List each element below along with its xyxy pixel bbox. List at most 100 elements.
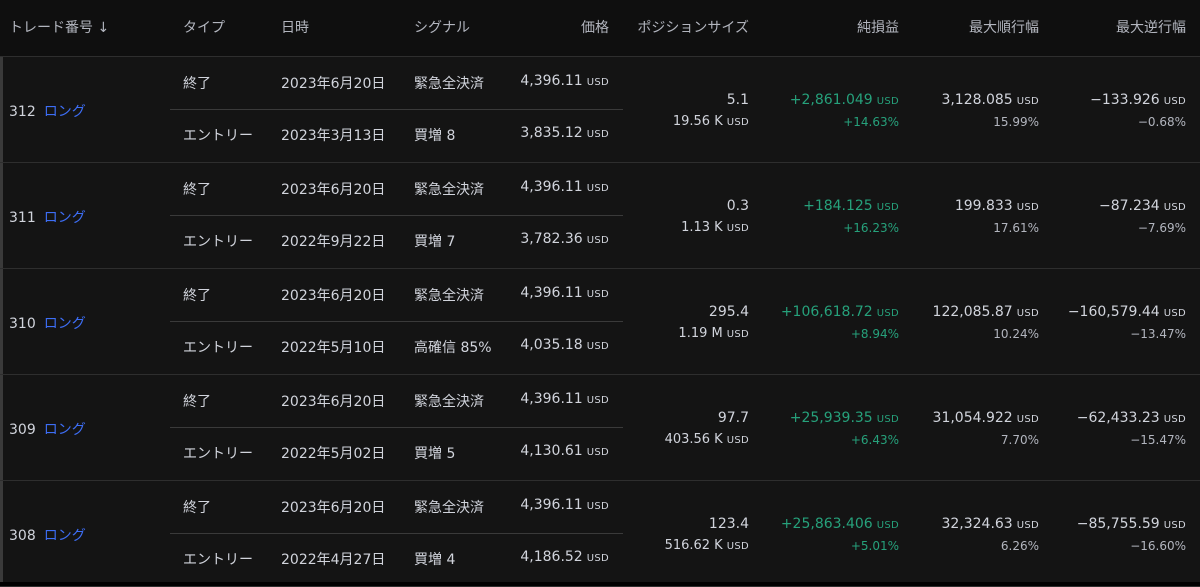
header-datetime[interactable]: 日時 (281, 17, 309, 37)
entry-price-value: 4,130.61 (520, 443, 583, 459)
exit-price: 4,396.11 USD (520, 285, 609, 301)
entry-signal: 買増 5 (414, 446, 456, 462)
trade-direction-link[interactable]: ロング (44, 210, 86, 226)
row-divider (170, 427, 623, 428)
net-pnl-percent: +6.43% (850, 433, 899, 447)
entry-price: 4,035.18 USD (520, 337, 609, 353)
position-size: 19.56 K USD (673, 114, 749, 129)
trade-direction-link[interactable]: ロング (44, 528, 86, 544)
max-drawdown-percent: −16.60% (1130, 539, 1186, 553)
header-type[interactable]: タイプ (183, 17, 225, 37)
header-signal[interactable]: シグナル (414, 17, 470, 37)
trade-direction-link[interactable]: ロング (44, 316, 86, 332)
unit-label: USD (876, 202, 899, 213)
position-size-value: 1.13 K (681, 220, 723, 235)
unit-label: USD (586, 183, 609, 194)
max-drawdown-value: −160,579.44 (1067, 304, 1160, 320)
position-qty: 5.1 (726, 92, 749, 108)
unit-label: USD (1163, 520, 1186, 531)
exit-date: 2023年6月20日 (281, 394, 386, 410)
header-max-runup[interactable]: 最大順行幅 (969, 17, 1039, 37)
net-pnl-percent: +8.94% (850, 327, 899, 341)
exit-signal: 緊急全決済 (414, 182, 484, 198)
header-max-drawdown[interactable]: 最大逆行幅 (1116, 17, 1186, 37)
unit-label: USD (586, 395, 609, 406)
exit-signal: 緊急全決済 (414, 288, 484, 304)
max-drawdown: −87.234 USD (1099, 198, 1186, 214)
exit-date: 2023年6月20日 (281, 76, 386, 92)
trade-row[interactable]: 312 ロング 終了 2023年6月20日 緊急全決済 4,396.11 USD エ… (0, 57, 1200, 163)
max-runup-percent: 6.26% (1000, 539, 1039, 553)
max-drawdown-percent: −13.47% (1130, 327, 1186, 341)
position-qty: 123.4 (708, 516, 749, 532)
net-pnl-percent: +16.23% (843, 221, 899, 235)
exit-price: 4,396.11 USD (520, 391, 609, 407)
entry-date: 2022年4月27日 (281, 552, 386, 568)
net-pnl: +106,618.72 USD (781, 304, 899, 320)
position-size-value: 1.19 M (678, 326, 723, 341)
unit-label: USD (1016, 96, 1039, 107)
unit-label: USD (726, 329, 749, 340)
header-price[interactable]: 価格 (581, 17, 609, 37)
trade-row[interactable]: 310 ロング 終了 2023年6月20日 緊急全決済 4,396.11 USD エ… (0, 269, 1200, 375)
unit-label: USD (1163, 202, 1186, 213)
unit-label: USD (1163, 308, 1186, 319)
entry-price-value: 4,186.52 (520, 549, 583, 565)
trade-number: 308 (9, 528, 36, 544)
exit-price-value: 4,396.11 (520, 391, 583, 407)
entry-price: 3,835.12 USD (520, 125, 609, 141)
trade-id-cell: 311 ロング (9, 207, 86, 227)
header-trade-number[interactable]: トレード番号 ↓ (9, 17, 109, 37)
unit-label: USD (1016, 308, 1039, 319)
trade-number: 312 (9, 104, 36, 120)
exit-type: 終了 (183, 288, 211, 304)
trade-row[interactable]: 309 ロング 終了 2023年6月20日 緊急全決済 4,396.11 USD エ… (0, 375, 1200, 481)
entry-date: 2022年9月22日 (281, 234, 386, 250)
unit-label: USD (876, 308, 899, 319)
exit-date: 2023年6月20日 (281, 500, 386, 516)
max-drawdown-percent: −7.69% (1137, 221, 1186, 235)
unit-label: USD (1016, 414, 1039, 425)
unit-label: USD (1016, 520, 1039, 531)
trade-row[interactable]: 308 ロング 終了 2023年6月20日 緊急全決済 4,396.11 USD エ… (0, 481, 1200, 587)
header-net-pnl[interactable]: 純損益 (857, 17, 899, 37)
exit-price-value: 4,396.11 (520, 73, 583, 89)
max-drawdown-value: −87.234 (1099, 198, 1160, 214)
net-pnl-value: +184.125 (803, 198, 873, 214)
max-runup: 3,128.085 USD (941, 92, 1039, 108)
position-size-value: 403.56 K (664, 432, 723, 447)
trade-direction-link[interactable]: ロング (44, 422, 86, 438)
unit-label: USD (586, 77, 609, 88)
entry-type: エントリー (183, 128, 253, 144)
max-runup-value: 122,085.87 (932, 304, 1013, 320)
max-drawdown: −133.926 USD (1090, 92, 1186, 108)
entry-type: エントリー (183, 234, 253, 250)
entry-date: 2022年5月10日 (281, 340, 386, 356)
entry-price-value: 3,782.36 (520, 231, 583, 247)
position-size: 516.62 K USD (665, 538, 749, 553)
exit-price: 4,396.11 USD (520, 179, 609, 195)
net-pnl-value: +25,863.406 (780, 516, 873, 532)
position-size-value: 516.62 K (664, 538, 723, 553)
exit-price-value: 4,396.11 (520, 179, 583, 195)
max-runup: 122,085.87 USD (933, 304, 1039, 320)
header-position-size[interactable]: ポジションサイズ (637, 17, 749, 37)
max-runup: 199.833 USD (955, 198, 1039, 214)
net-pnl-value: +2,861.049 (789, 92, 873, 108)
entry-price-value: 3,835.12 (520, 125, 583, 141)
row-divider (170, 533, 623, 534)
unit-label: USD (876, 414, 899, 425)
entry-signal: 買増 8 (414, 128, 456, 144)
trade-number: 310 (9, 316, 36, 332)
net-pnl: +184.125 USD (803, 198, 899, 214)
max-drawdown: −160,579.44 USD (1068, 304, 1186, 320)
entry-signal: 買増 7 (414, 234, 456, 250)
unit-label: USD (726, 117, 749, 128)
unit-label: USD (586, 235, 609, 246)
exit-date: 2023年6月20日 (281, 288, 386, 304)
max-drawdown-percent: −0.68% (1137, 115, 1186, 129)
entry-date: 2023年3月13日 (281, 128, 386, 144)
trade-direction-link[interactable]: ロング (44, 104, 86, 120)
trade-row[interactable]: 311 ロング 終了 2023年6月20日 緊急全決済 4,396.11 USD エ… (0, 163, 1200, 269)
entry-price: 4,130.61 USD (520, 443, 609, 459)
